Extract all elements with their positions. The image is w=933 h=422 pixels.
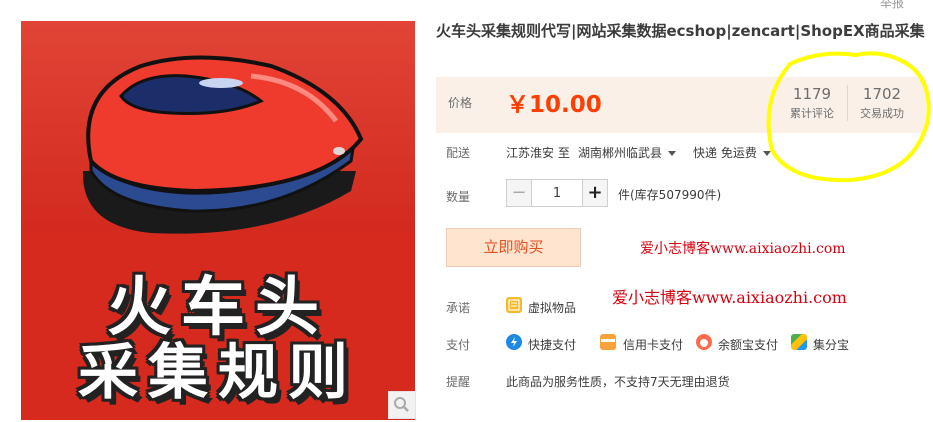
buy-now-button[interactable]: 立即购买 [446, 228, 581, 267]
payment-method-credit-card[interactable]: 信用卡支付 [623, 336, 683, 353]
quantity-input[interactable] [532, 179, 582, 207]
delivery-from: 江苏淮安 至 [506, 144, 570, 161]
stat-divider [847, 85, 848, 121]
quantity-label: 数量 [446, 190, 471, 204]
magnifier-icon [394, 397, 409, 412]
delivery-to-word: 至 [557, 146, 570, 160]
payment-method-jifenbao[interactable]: 集分宝 [813, 336, 849, 353]
chevron-down-icon [762, 151, 771, 156]
shipping-value: 快递 免运费 [693, 146, 757, 160]
notice-text: 此商品为服务性质，不支持7天无理由退货 [506, 375, 730, 389]
payment-method-quick[interactable]: 快捷支付 [528, 336, 576, 353]
watermark-line1: 爱小志博客www.aixiaozhi.com [640, 241, 846, 257]
image-caption-line2: 采集规则 [78, 338, 358, 408]
destination-dropdown[interactable]: 湖南郴州临武县 [578, 144, 677, 161]
sales-label: 交易成功 [860, 107, 904, 120]
zoom-button[interactable] [388, 391, 416, 419]
watermark-line2: 爱小志博客www.aixiaozhi.com [612, 288, 847, 307]
yuebao-icon [696, 334, 712, 350]
train-illustration [82, 55, 364, 234]
virtual-goods-icon [506, 297, 522, 313]
delivery-origin: 江苏淮安 [506, 146, 555, 160]
reviews-stat[interactable]: 1179 累计评论 [781, 85, 843, 121]
price-value: ￥10.00 [506, 92, 602, 118]
sales-count: 1702 [862, 85, 902, 103]
destination-value: 湖南郴州临武县 [578, 146, 663, 160]
stock-text: 件(库存507990件) [618, 188, 722, 202]
payment-label: 支付 [446, 338, 471, 352]
quantity-decrease-button[interactable]: − [506, 179, 532, 207]
quantity-increase-button[interactable]: + [582, 179, 608, 207]
product-image: 火车头 采集规则 [21, 21, 415, 420]
quick-pay-icon [506, 334, 522, 350]
promise-item[interactable]: 虚拟物品 [528, 299, 576, 316]
shipping-dropdown[interactable]: 快递 免运费 [693, 144, 771, 161]
chevron-down-icon [668, 151, 677, 156]
credit-card-icon [600, 334, 616, 350]
payment-method-yuebao[interactable]: 余额宝支付 [718, 336, 778, 353]
notice-label: 提醒 [446, 375, 471, 389]
reviews-label: 累计评论 [790, 107, 834, 120]
price-label: 价格 [448, 96, 473, 110]
price-panel: 价格 ￥10.00 1179 累计评论 1702 交易成功 [436, 77, 926, 133]
report-link[interactable]: 举报 [880, 0, 904, 11]
product-title: 火车头采集规则代写|网站采集数据ecshop|zencart|ShopEX商品采… [436, 22, 925, 40]
jifenbao-icon [791, 334, 807, 350]
sales-stat: 1702 交易成功 [851, 85, 913, 121]
promise-label: 承诺 [446, 301, 471, 315]
reviews-count: 1179 [792, 85, 832, 103]
delivery-label: 配送 [446, 146, 471, 160]
